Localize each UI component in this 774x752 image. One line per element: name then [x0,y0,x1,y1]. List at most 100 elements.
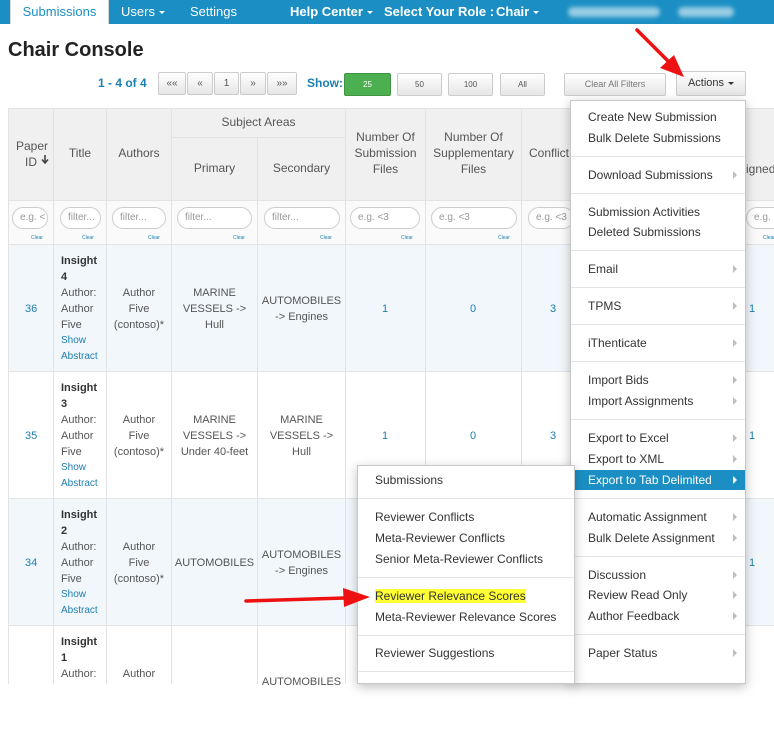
primary-filter-clear[interactable]: Clear [233,235,245,241]
paper-id-filter-clear[interactable]: Clear [31,235,43,241]
paper-title[interactable]: Insight 4 [61,255,97,283]
paper-id-link[interactable]: 34 [25,557,37,569]
column-header-authors[interactable]: Authors [107,145,171,161]
page-size-all-button[interactable]: All [500,73,545,96]
pager-page-button[interactable]: 1 [214,72,239,95]
menu-item-export-to-excel[interactable]: Export to Excel [571,428,745,448]
submenu-item-meta-reviewer-conflicts[interactable]: Meta-Reviewer Conflicts [358,528,574,548]
primary-filter[interactable]: filter... [177,207,252,229]
secondary-filter[interactable]: filter... [264,207,340,229]
pager-last-button[interactable]: »» [267,72,297,95]
menu-item-label: Bulk Delete Assignment [588,531,715,545]
menu-item-bulk-delete-assignment[interactable]: Bulk Delete Assignment [571,528,745,548]
chevron-right-icon [733,376,737,384]
title-filter-clear[interactable]: Clear [82,235,94,241]
pager-first-button[interactable]: «« [158,72,186,95]
submission-files-count[interactable]: 1 [382,430,388,442]
submenu-item-submissions[interactable]: Submissions [358,470,574,490]
submenu-item-meta-reviewer-relevance-scores[interactable]: Meta-Reviewer Relevance Scores [358,607,574,627]
supplementary-files-count[interactable]: 0 [470,303,476,315]
submenu-item-senior-meta-reviewer-conflicts[interactable]: Senior Meta-Reviewer Conflicts [358,549,574,569]
show-abstract-link[interactable]: Show [61,460,106,476]
menu-item-create-new-submission[interactable]: Create New Submission [571,107,745,127]
menu-item-review-read-only[interactable]: Review Read Only [571,585,745,605]
menu-item-author-feedback[interactable]: Author Feedback [571,606,745,626]
column-header-submission-files[interactable]: Number Of Submission Files [346,129,425,177]
menu-item-bulk-delete-submissions[interactable]: Bulk Delete Submissions [571,128,745,148]
nav-menu-help-center[interactable]: Help Center [290,0,373,24]
paper-id-link[interactable]: 35 [25,430,37,442]
submission-files-filter-clear[interactable]: Clear [401,235,413,241]
menu-item-submission-activities[interactable]: Submission Activities [571,202,745,222]
show-abstract-link[interactable]: Abstract [61,476,106,492]
menu-item-label: TPMS [588,299,622,313]
menu-item-deleted-submissions[interactable]: Deleted Submissions [571,222,745,242]
authors-filter[interactable]: filter... [112,207,166,229]
column-header-assigned[interactable]: igned [746,161,774,177]
column-header-secondary[interactable]: Secondary [258,160,345,176]
supplementary-files-count[interactable]: 0 [470,430,476,442]
title-filter[interactable]: filter... [60,207,101,229]
author-org: (contoso)* [113,573,165,585]
conflicts-filter[interactable]: e.g. <3 [528,207,574,229]
menu-item-ithenticate[interactable]: iThenticate [571,333,745,353]
top-navbar: Submissions Users Settings Help Center S… [0,0,774,24]
menu-item-export-to-xml[interactable]: Export to XML [571,449,745,469]
assigned-count[interactable]: 1 [749,430,755,442]
nav-tab-submissions[interactable]: Submissions [10,0,109,24]
page-size-25-button[interactable]: 25 [344,73,391,96]
title-author-label: Author: [61,414,97,426]
nav-role-dropdown[interactable]: Chair [496,0,540,24]
paper-title[interactable]: Insight 2 [61,509,97,537]
assigned-count[interactable]: 1 [749,303,755,315]
submission-files-count[interactable]: 1 [382,303,388,315]
show-abstract-link[interactable]: Abstract [61,603,106,619]
chevron-right-icon [733,302,737,310]
menu-item-automatic-assignment[interactable]: Automatic Assignment [571,507,745,527]
supplementary-files-filter-clear[interactable]: Clear [498,235,510,241]
show-abstract-link[interactable]: Abstract [61,349,106,365]
menu-item-import-assignments[interactable]: Import Assignments [571,391,745,411]
submenu-item-reviewer-suggestions[interactable]: Reviewer Suggestions [358,643,574,663]
column-header-supplementary-files[interactable]: Number Of Supplementary Files [426,129,521,177]
actions-button[interactable]: Actions [676,71,746,96]
submenu-item-reviewer-conflicts[interactable]: Reviewer Conflicts [358,507,574,527]
clear-all-filters-button[interactable]: Clear All Filters [564,73,666,96]
nav-menu-users[interactable]: Users [121,0,165,24]
assigned-count[interactable]: 1 [749,557,755,569]
menu-item-tpms[interactable]: TPMS [571,296,745,316]
paper-id-filter[interactable]: e.g. < [12,207,48,229]
menu-item-import-bids[interactable]: Import Bids [571,370,745,390]
menu-item-export-to-tab-delimited[interactable]: Export to Tab Delimited [571,470,745,490]
column-header-title[interactable]: Title [54,145,106,161]
paper-title[interactable]: Insight 3 [61,382,97,410]
title-cell: Insight 2 Author: Author Five Show Abstr… [61,507,106,619]
menu-item-paper-status[interactable]: Paper Status [571,643,745,663]
column-header-primary[interactable]: Primary [172,160,257,176]
conflicts-count[interactable]: 3 [550,303,556,315]
supplementary-files-filter[interactable]: e.g. <3 [431,207,517,229]
pager-prev-button[interactable]: « [187,72,213,95]
menu-item-email[interactable]: Email [571,259,745,279]
show-abstract-link[interactable]: Show [61,587,106,603]
page-size-50-button[interactable]: 50 [397,73,442,96]
column-header-conflicts[interactable]: Conflict [522,145,570,161]
conflicts-count[interactable]: 3 [550,430,556,442]
paper-title[interactable]: Insight 1 [61,636,97,664]
menu-item-discussion[interactable]: Discussion [571,565,745,585]
nav-tab-settings[interactable]: Settings [190,0,237,24]
column-header-paper-id[interactable]: Paper ID [9,138,53,170]
secondary-filter-clear[interactable]: Clear [320,235,332,241]
menu-item-download-submissions[interactable]: Download Submissions [571,165,745,185]
paper-id-link[interactable]: 36 [25,303,37,315]
submission-files-filter[interactable]: e.g. <3 [350,207,420,229]
authors-filter-clear[interactable]: Clear [148,235,160,241]
assigned-filter-clear[interactable]: Clear [763,235,774,241]
pager-next-button[interactable]: » [240,72,266,95]
show-abstract-link[interactable]: Show [61,333,106,349]
submenu-item-reviewer-relevance-scores[interactable]: Reviewer Relevance Scores [358,586,574,606]
page-size-100-button[interactable]: 100 [448,73,493,96]
secondary-area-cell: AUTOMOBILES -> Engines [258,547,345,579]
assigned-filter[interactable]: e.g. <3 [746,207,774,229]
title-cell: Insight 4 Author: Author Five Show Abstr… [61,253,106,365]
